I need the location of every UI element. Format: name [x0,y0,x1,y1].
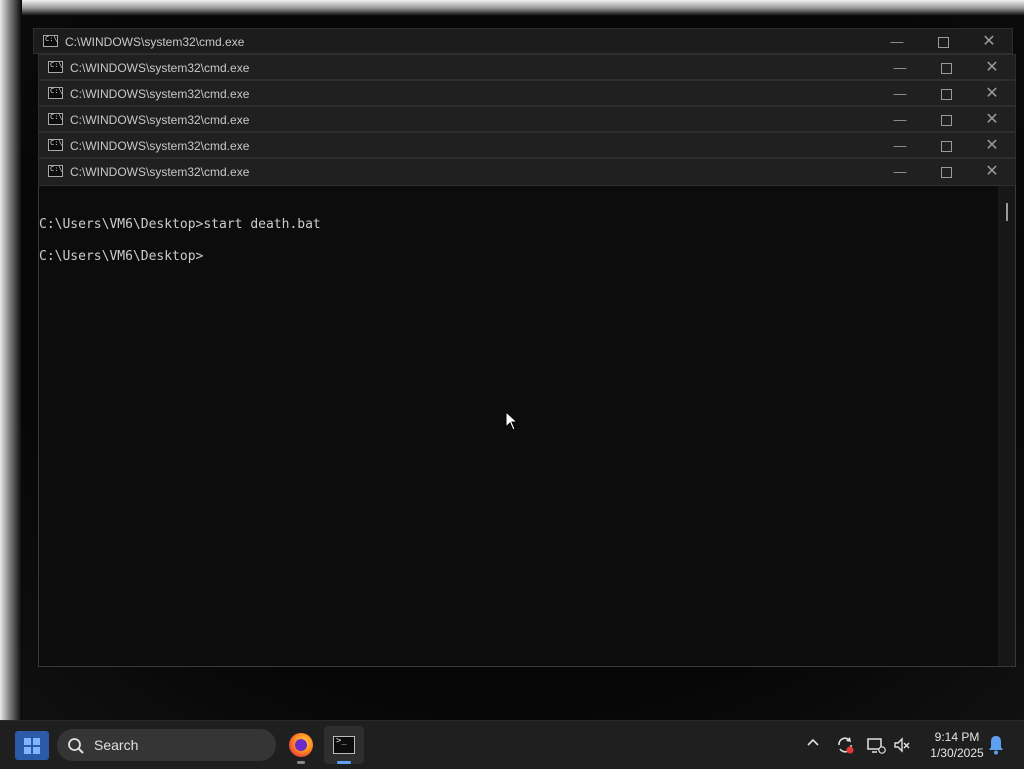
cmd-window-5-titlebar[interactable]: C:\WINDOWS\system32\cmd.exe — ✕ [38,132,1016,158]
maximize-icon [940,141,952,153]
close-button[interactable]: ✕ [966,29,1012,55]
volume-muted-icon[interactable] [892,735,912,755]
console-output: C:\Users\VM6\Desktop>start death.bat C:\… [39,217,321,264]
taskbar-firefox-button[interactable] [281,726,321,764]
notification-bell-icon[interactable] [986,734,1006,756]
minimize-button[interactable]: — [877,133,923,159]
taskbar-cmd-button[interactable] [324,726,364,764]
window-title: C:\WINDOWS\system32\cmd.exe [70,139,250,153]
taskbar: Search 9:14 PM 1/30/2025 [0,720,1024,769]
maximize-button[interactable] [923,159,969,185]
running-indicator [297,761,305,764]
cmd-window-4-titlebar[interactable]: C:\WINDOWS\system32\cmd.exe — ✕ [38,106,1016,132]
close-button[interactable]: ✕ [969,81,1015,107]
minimize-button[interactable]: — [874,29,920,55]
close-button[interactable]: ✕ [969,107,1015,133]
close-button[interactable]: ✕ [969,133,1015,159]
cmd-icon [48,61,63,73]
window-title: C:\WINDOWS\system32\cmd.exe [70,87,250,101]
maximize-icon [940,63,952,75]
window-title: C:\WINDOWS\system32\cmd.exe [65,35,245,49]
maximize-button[interactable] [923,133,969,159]
maximize-button[interactable] [923,55,969,81]
maximize-button[interactable] [920,29,966,55]
start-button[interactable] [15,731,49,760]
minimize-button[interactable]: — [877,107,923,133]
maximize-icon [940,89,952,101]
active-indicator [337,761,351,764]
show-hidden-icons-chevron-icon[interactable] [803,735,823,755]
windows-logo-icon [24,738,31,745]
window-title: C:\WINDOWS\system32\cmd.exe [70,61,250,75]
search-label: Search [94,737,139,753]
cmd-icon [48,139,63,151]
cmd-window-3-titlebar[interactable]: C:\WINDOWS\system32\cmd.exe — ✕ [38,80,1016,106]
network-status-icon[interactable] [866,735,886,755]
cmd-window-2-titlebar[interactable]: C:\WINDOWS\system32\cmd.exe — ✕ [38,54,1016,80]
cmd-window-6-titlebar[interactable]: C:\WINDOWS\system32\cmd.exe — ✕ [38,158,1016,186]
maximize-icon [937,37,949,49]
maximize-icon [940,167,952,179]
cmd-icon [48,87,63,99]
taskbar-clock[interactable]: 9:14 PM 1/30/2025 [917,729,997,761]
cmd-window-1-titlebar[interactable]: C:\WINDOWS\system32\cmd.exe — ✕ [33,28,1013,54]
mouse-pointer-icon [505,411,519,431]
maximize-button[interactable] [923,81,969,107]
close-button[interactable]: ✕ [969,55,1015,81]
close-button[interactable]: ✕ [969,159,1015,185]
backdrop-edge-top [0,0,1024,16]
search-icon [68,738,84,754]
cmd-icon [43,35,58,47]
console-area[interactable]: C:\Users\VM6\Desktop>start death.bat C:\… [38,186,1016,667]
clock-time: 9:14 PM [934,730,980,744]
scrollbar-thumb[interactable] [1006,203,1008,221]
scrollbar[interactable] [998,186,1015,666]
maximize-button[interactable] [923,107,969,133]
minimize-button[interactable]: — [877,55,923,81]
command-prompt-icon [333,736,355,754]
taskbar-search-box[interactable]: Search [57,729,276,761]
window-title: C:\WINDOWS\system32\cmd.exe [70,165,250,179]
cmd-icon [48,113,63,125]
clock-date: 1/30/2025 [930,746,984,760]
maximize-icon [940,115,952,127]
cmd-icon [48,165,63,177]
firefox-icon [289,733,313,757]
minimize-button[interactable]: — [877,159,923,185]
sync-alert-icon[interactable] [835,735,855,755]
backdrop-edge-left [0,0,22,722]
window-title: C:\WINDOWS\system32\cmd.exe [70,113,250,127]
minimize-button[interactable]: — [877,81,923,107]
